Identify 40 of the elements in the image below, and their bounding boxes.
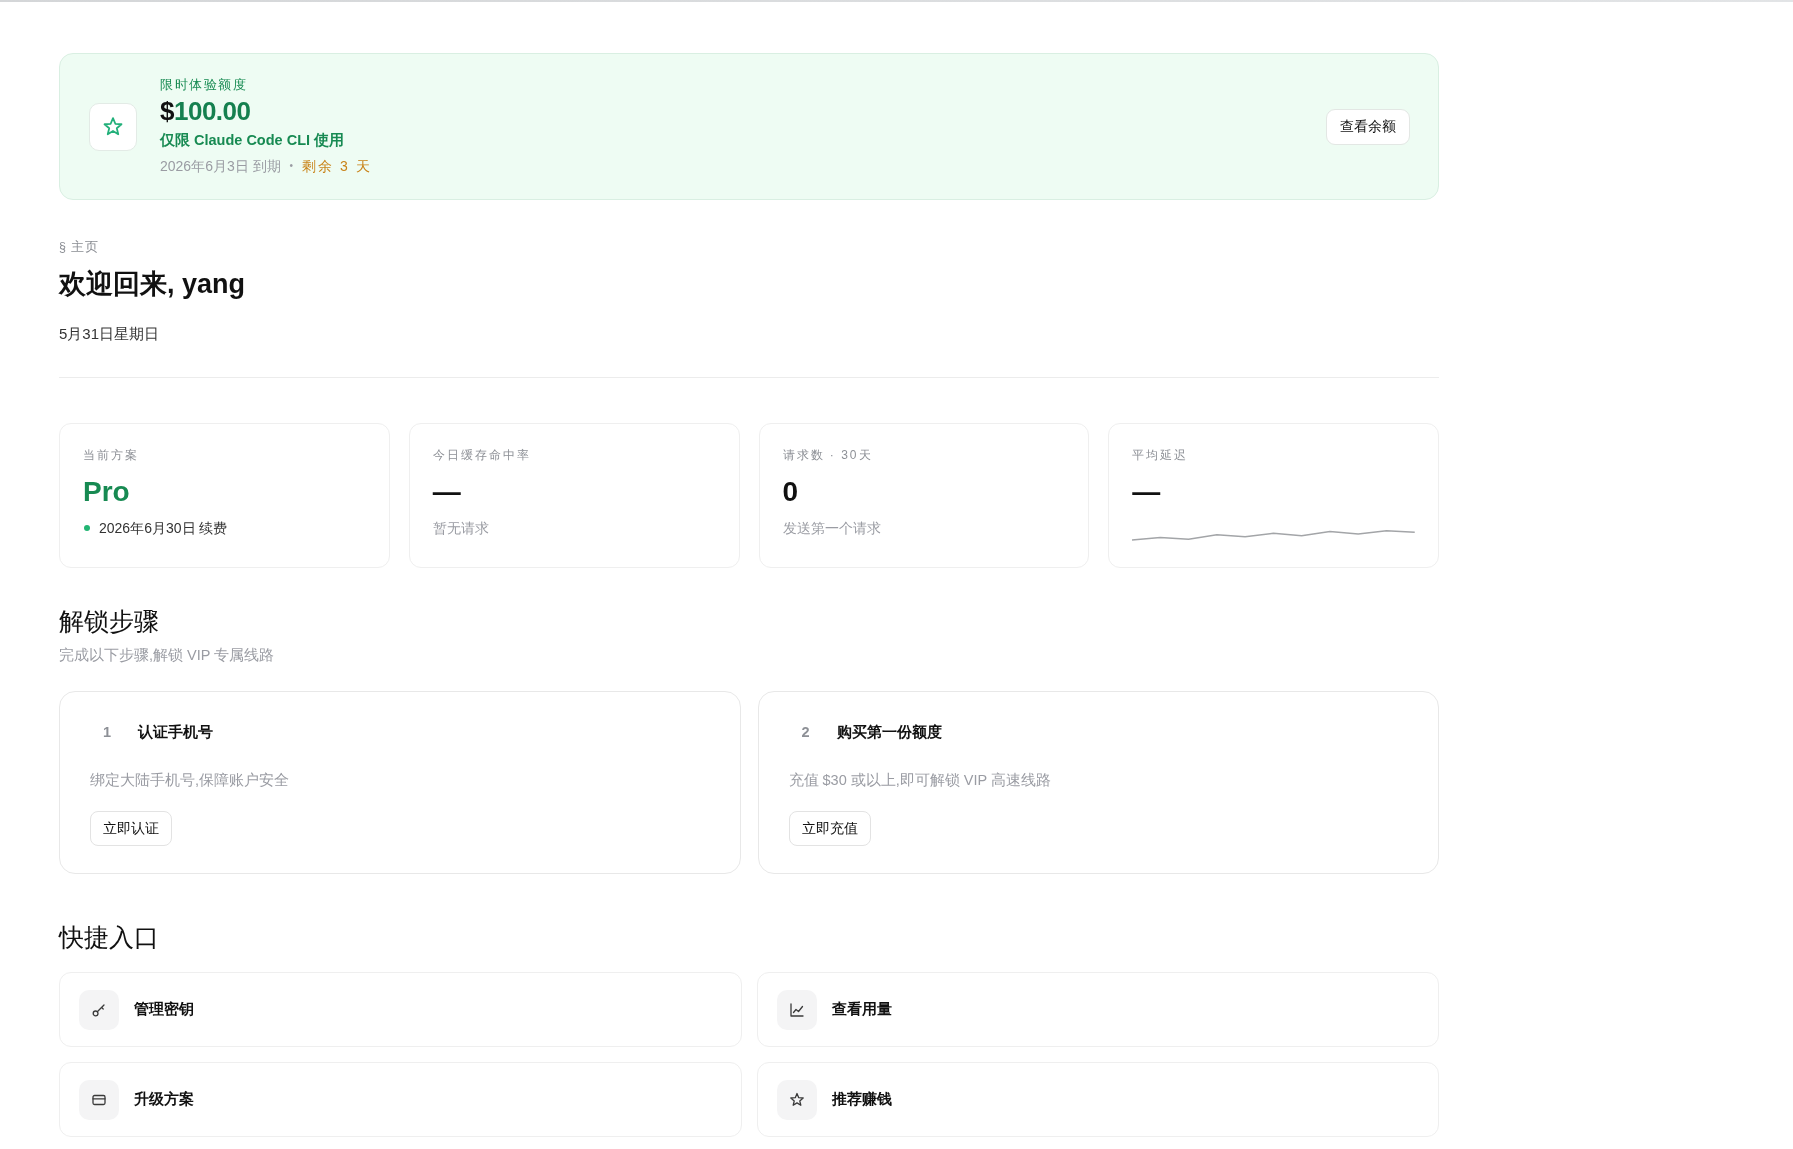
- stat-hint: 发送第一个请求: [782, 519, 882, 538]
- stat-label: 今日缓存命中率: [432, 447, 532, 464]
- status-dot-icon: [84, 525, 90, 531]
- shortcut-link[interactable]: 推荐赚钱: [756, 1062, 1439, 1137]
- step-description: 绑定大陆手机号,保障账户安全: [90, 771, 290, 790]
- step-number: 2: [800, 723, 811, 742]
- stat-label: 请求数 · 30天: [782, 447, 874, 464]
- step-title: 购买第一份额度: [836, 722, 942, 742]
- stat-value: Pro: [83, 475, 131, 509]
- step-description: 充值 $30 或以上,即可解锁 VIP 高速线路: [788, 771, 1051, 790]
- credit-label: 限时体验额度: [160, 76, 248, 94]
- key-icon: [79, 989, 119, 1030]
- section-heading: 解锁步骤: [59, 606, 160, 637]
- shortcut-link[interactable]: 升级方案: [59, 1062, 742, 1137]
- step-action-button[interactable]: 立即充值: [788, 811, 871, 846]
- breadcrumb: § 主页: [59, 239, 101, 256]
- days-remaining: 剩余 3 天: [302, 156, 372, 176]
- step-title: 认证手机号: [138, 722, 213, 742]
- step-number: 1: [101, 723, 113, 742]
- current-date: 5月31日星期日: [59, 324, 161, 344]
- stat-label: 当前方案: [83, 447, 140, 464]
- credit-scope: 仅限 Claude Code CLI 使用: [160, 130, 346, 150]
- stat-value: 0: [782, 475, 800, 509]
- section-heading: 快捷入口: [59, 922, 160, 953]
- line-chart-icon: [776, 989, 817, 1030]
- credit-card-icon: [79, 1079, 119, 1120]
- step-action-button[interactable]: 立即认证: [90, 811, 172, 846]
- credit-amount: $100.00: [160, 94, 252, 128]
- view-balance-button[interactable]: 查看余额: [1326, 108, 1410, 145]
- expiry-date: 2026年6月3日 到期: [160, 156, 281, 176]
- stat-hint: 暂无请求: [432, 519, 490, 538]
- renewal-date: 2026年6月30日 续费: [99, 519, 228, 538]
- separator-dot: •: [289, 158, 294, 173]
- shortcut-link[interactable]: 管理密钥: [59, 972, 742, 1047]
- stat-value: —: [1132, 475, 1162, 509]
- stat-label: 平均延迟: [1132, 447, 1190, 464]
- section-subtitle: 完成以下步骤,解锁 VIP 专属线路: [59, 646, 276, 665]
- shortcut-link[interactable]: 查看用量: [756, 972, 1439, 1047]
- welcome-heading: 欢迎回来, yang: [59, 268, 247, 301]
- stat-value: —: [432, 475, 462, 509]
